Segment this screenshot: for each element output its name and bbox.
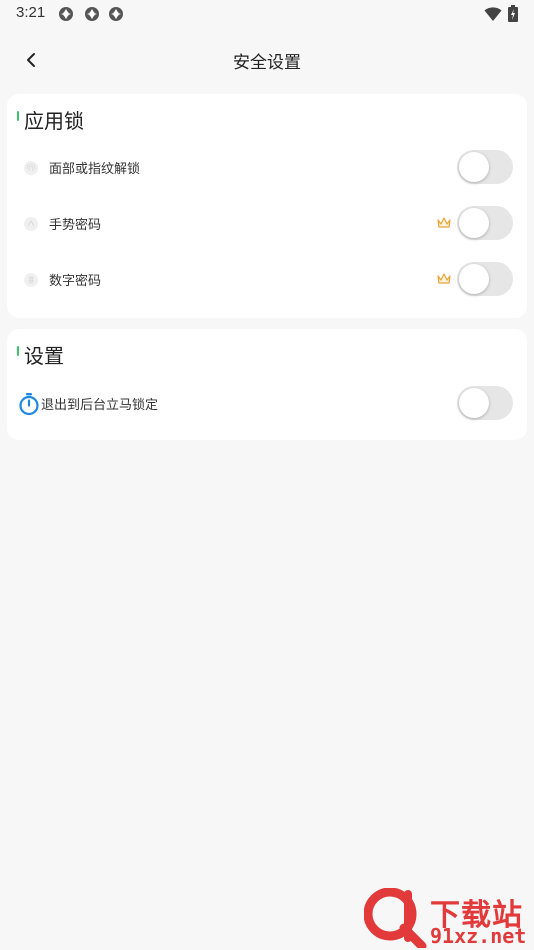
app-lock-card: 应用锁 面部或指纹解锁 手势密码 数字密码 [7,94,527,318]
toggle-knob [459,152,489,182]
app-notification-icon [59,7,73,21]
toggle-knob [459,388,489,418]
stopwatch-icon [19,393,39,416]
section-marker [17,346,19,356]
row-label: 数字密码 [49,274,102,289]
numeric-password-row[interactable]: 数字密码 [7,252,527,308]
section-marker [17,111,19,121]
gesture-icon [24,217,38,231]
page-title: 安全设置 [233,53,301,73]
lock-on-background-toggle[interactable] [457,386,513,420]
toggle-knob [459,208,489,238]
status-icons [484,5,518,22]
face-fingerprint-unlock-row[interactable]: 面部或指纹解锁 [7,140,527,196]
numeric-password-toggle[interactable] [457,262,513,296]
watermark: 下载站 91xz.net [364,886,534,950]
fingerprint-icon [24,161,38,175]
watermark-url: 91xz.net [430,924,527,948]
row-label: 退出到后台立马锁定 [41,398,159,413]
face-fingerprint-toggle[interactable] [457,150,513,184]
section-header: 应用锁 [17,104,84,134]
app-notification-icon [85,7,99,21]
lock-on-background-row[interactable]: 退出到后台立马锁定 [7,376,527,432]
battery-icon [508,5,518,22]
status-bar: 3:21 [0,0,534,28]
status-time: 3:21 [16,4,46,21]
app-notification-icon [109,7,123,21]
section-title: 设置 [24,343,64,368]
app-bar: 安全设置 [0,38,534,82]
numeric-lock-icon [24,273,38,287]
section-title: 应用锁 [24,108,84,133]
gesture-password-toggle[interactable] [457,206,513,240]
wifi-icon [484,6,502,21]
watermark-logo [364,888,427,948]
section-header: 设置 [17,339,64,369]
row-label: 面部或指纹解锁 [49,162,141,177]
row-label: 手势密码 [49,218,102,233]
gesture-password-row[interactable]: 手势密码 [7,196,527,252]
settings-card: 设置 退出到后台立马锁定 [7,329,527,440]
crown-icon [437,273,451,284]
toggle-knob [459,264,489,294]
crown-icon [437,217,451,228]
